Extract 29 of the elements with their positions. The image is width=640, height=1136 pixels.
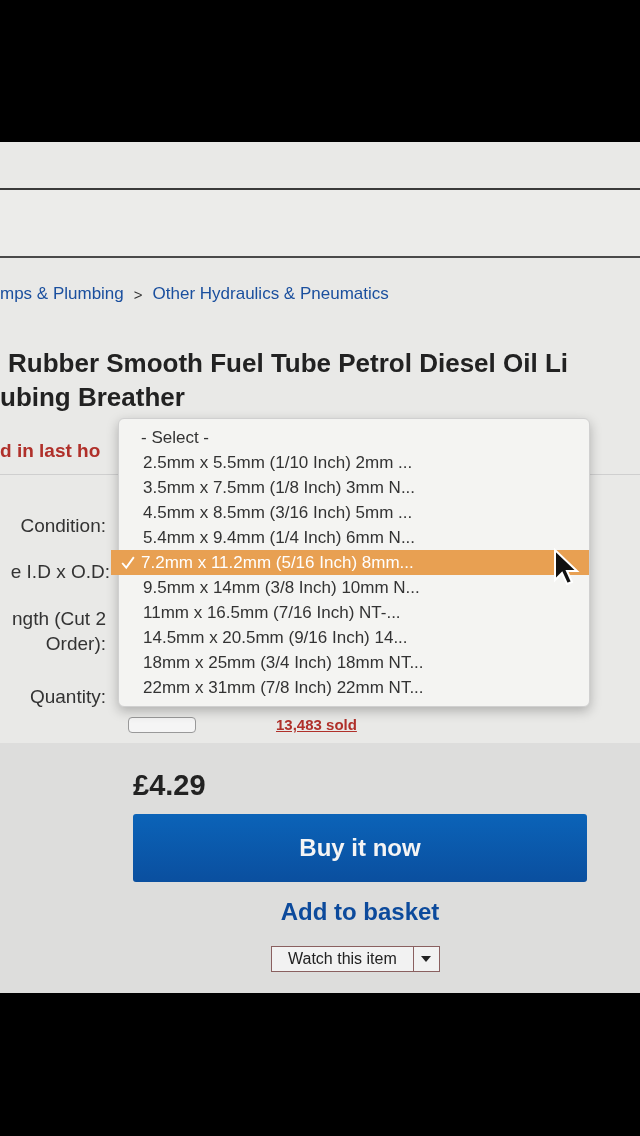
buy-now-button[interactable]: Buy it now — [133, 814, 587, 882]
checkmark-icon — [121, 555, 135, 570]
sales-notice: d in last ho — [0, 440, 102, 462]
dropdown-option[interactable]: 22mm x 31mm (7/8 Inch) 22mm NT... — [119, 675, 589, 700]
dropdown-option[interactable]: 3.5mm x 7.5mm (1/8 Inch) 3mm N... — [119, 475, 589, 500]
price: £4.29 — [133, 769, 207, 802]
breadcrumb-link[interactable]: Other Hydraulics & Pneumatics — [152, 284, 389, 304]
dropdown-option[interactable]: 14.5mm x 20.5mm (9/16 Inch) 14... — [119, 625, 589, 650]
dropdown-option[interactable]: 9.5mm x 14mm (3/8 Inch) 10mm N... — [119, 575, 589, 600]
dropdown-option[interactable]: 4.5mm x 8.5mm (3/16 Inch) 5mm ... — [119, 500, 589, 525]
dropdown-option[interactable]: 2.5mm x 5.5mm (1/10 Inch) 2mm ... — [119, 450, 589, 475]
dropdown-option[interactable]: - Select - — [119, 425, 589, 450]
breadcrumb-separator: > — [133, 285, 143, 303]
field-label: Quantity: — [29, 686, 106, 709]
field-label: Condition: — [20, 515, 106, 538]
field-label: ngth (Cut 2 Order): — [11, 607, 106, 656]
dropdown-option[interactable]: 18mm x 25mm (3/4 Inch) 18mm NT... — [119, 650, 589, 675]
caret-icon — [421, 956, 432, 962]
watch-button[interactable]: Watch this item — [271, 946, 414, 972]
dropdown-option[interactable]: 5.4mm x 9.4mm (1/4 Inch) 6mm N... — [119, 525, 589, 550]
breadcrumb-link[interactable]: mps & Plumbing — [0, 284, 124, 304]
product-title: ubing Breather — [0, 381, 186, 414]
dropdown-option[interactable]: 11mm x 16.5mm (7/16 Inch) NT-... — [119, 600, 589, 625]
add-to-basket-link[interactable]: Add to basket — [133, 898, 587, 926]
quantity-field[interactable] — [128, 716, 196, 733]
sold-count-link[interactable]: 13,483 sold — [276, 716, 357, 733]
watch-dropdown-button[interactable] — [413, 946, 440, 972]
product-title: Rubber Smooth Fuel Tube Petrol Diesel Oil Li — [8, 347, 569, 380]
field-label: e I.D x O.D: — [10, 561, 110, 584]
